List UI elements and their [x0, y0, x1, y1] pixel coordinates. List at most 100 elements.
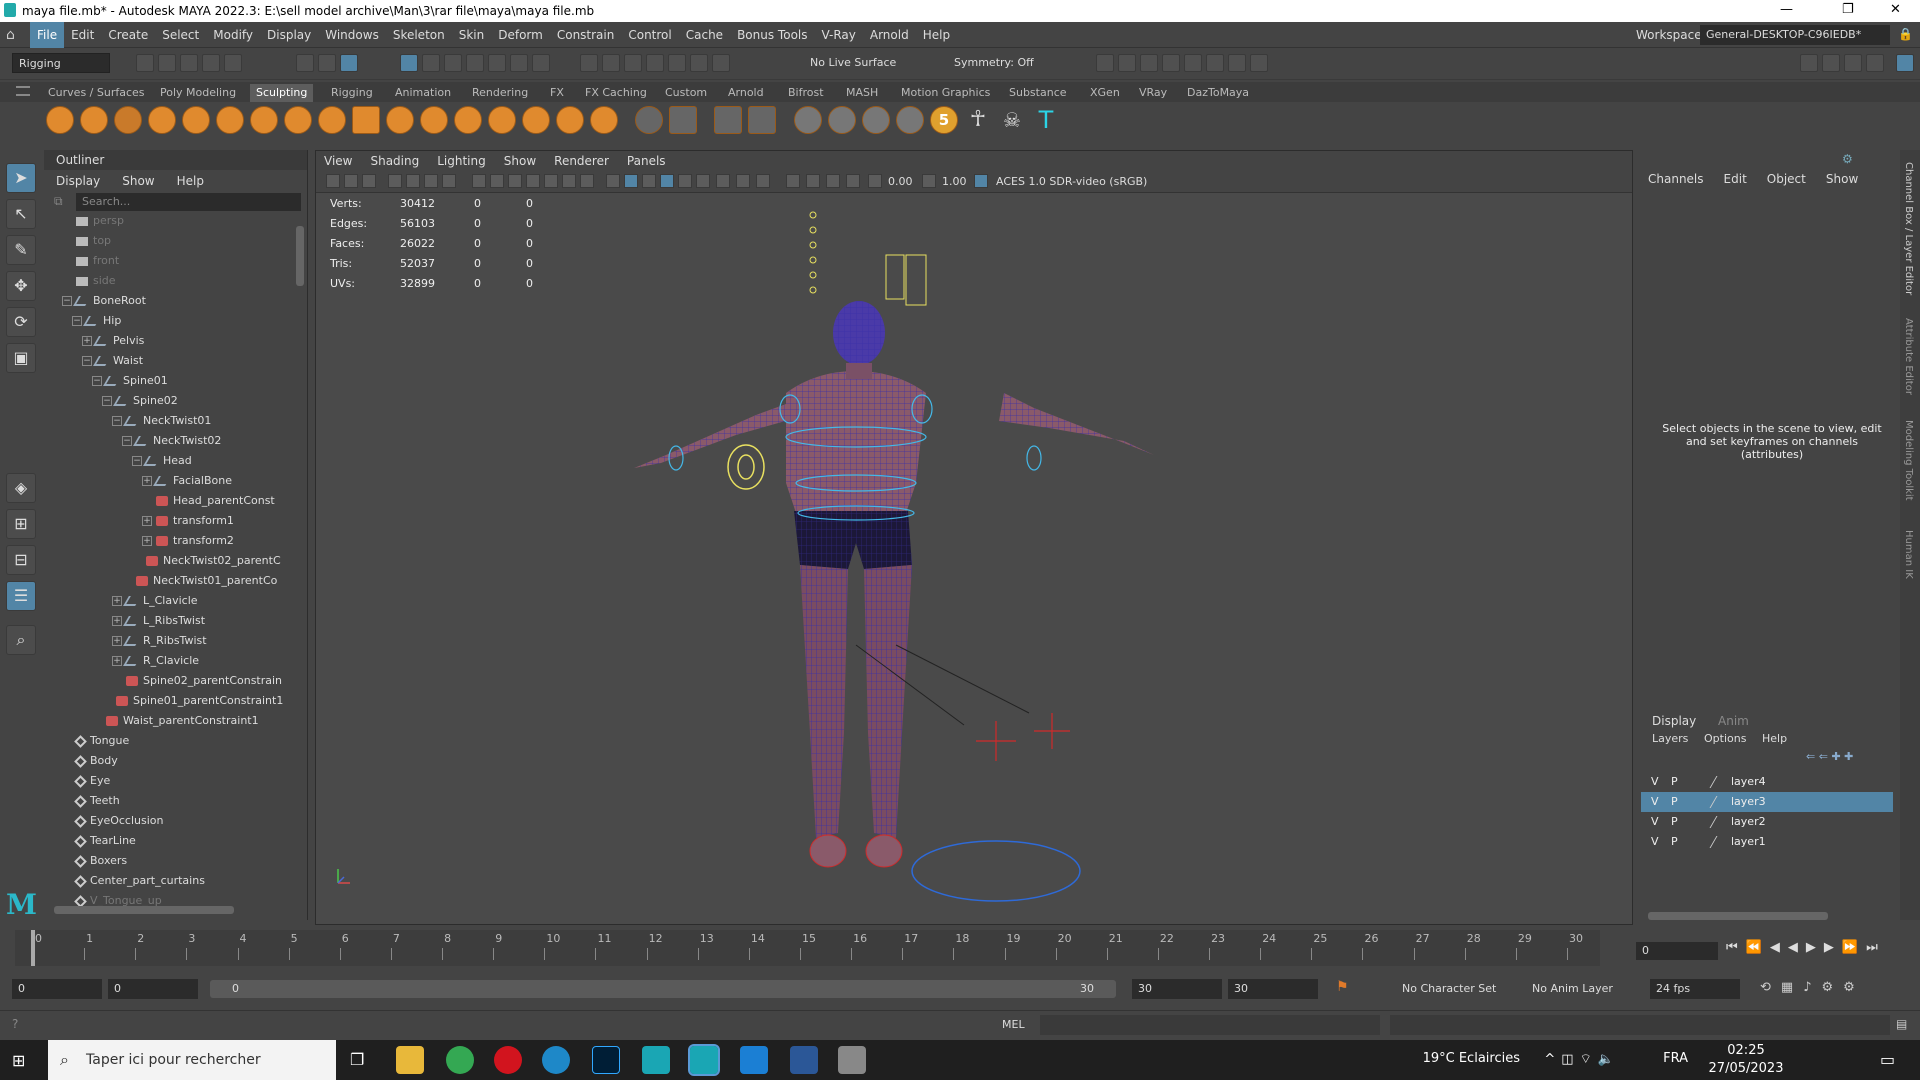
- symmetry-field[interactable]: Symmetry: Off: [948, 53, 1048, 73]
- outliner-item[interactable]: Body: [62, 754, 118, 774]
- playback-start-field[interactable]: 0: [108, 979, 198, 999]
- outliner-item[interactable]: Center_part_curtains: [62, 874, 205, 894]
- safe-title-icon[interactable]: [580, 174, 594, 188]
- tab-bifrost[interactable]: Bifrost: [782, 84, 830, 102]
- outliner-item[interactable]: Spine01_parentConstraint1: [102, 694, 283, 714]
- layer-color-swatch[interactable]: [1709, 796, 1727, 808]
- tab-xgen[interactable]: XGen: [1084, 84, 1126, 102]
- cb-menu-edit[interactable]: Edit: [1724, 172, 1747, 186]
- select-component-icon[interactable]: [340, 54, 358, 72]
- snap-curve-icon[interactable]: [422, 54, 440, 72]
- layer-tab-display[interactable]: Display: [1652, 714, 1696, 728]
- grease-pencil-icon[interactable]: [442, 174, 456, 188]
- vp-menu-show[interactable]: Show: [504, 154, 536, 168]
- outliner-item[interactable]: + transform1: [142, 514, 234, 534]
- loop-icon[interactable]: ⟲: [1760, 980, 1781, 995]
- cb-menu-channels[interactable]: Channels: [1648, 172, 1704, 186]
- tab-fx-caching[interactable]: FX Caching: [579, 84, 653, 102]
- figure-icon[interactable]: ☥: [964, 106, 992, 134]
- side-tab-channel-box[interactable]: Channel Box / Layer Editor: [1903, 162, 1914, 295]
- fps-select[interactable]: 24 fps: [1650, 979, 1740, 999]
- tool-settings-icon[interactable]: [1866, 54, 1884, 72]
- outliner-item[interactable]: − Hip: [72, 314, 121, 334]
- tab-custom[interactable]: Custom: [659, 84, 713, 102]
- layer-visibility-toggle[interactable]: V: [1651, 795, 1659, 808]
- sculpt-brush-icon[interactable]: [46, 106, 74, 134]
- xray-icon[interactable]: [806, 174, 820, 188]
- range-bar[interactable]: 0 30: [210, 980, 1116, 998]
- word-icon[interactable]: [790, 1046, 818, 1074]
- layer-tab-anim[interactable]: Anim: [1718, 714, 1749, 728]
- outliner-item[interactable]: Head_parentConst: [142, 494, 275, 514]
- taskbar-search[interactable]: ⌕ Taper ici pour rechercher: [48, 1040, 336, 1080]
- cb-menu-object[interactable]: Object: [1767, 172, 1806, 186]
- skull-icon[interactable]: ☠: [998, 106, 1026, 134]
- undo-icon[interactable]: [202, 54, 220, 72]
- layer-playback-toggle[interactable]: P: [1671, 835, 1678, 848]
- character-set-select[interactable]: No Character Set: [1402, 982, 1496, 995]
- bulge-brush-icon[interactable]: [556, 106, 584, 134]
- layer-menu-layers[interactable]: Layers: [1652, 732, 1688, 745]
- move-layer-up-icon[interactable]: ⇐: [1806, 750, 1815, 763]
- 2d-pan-icon[interactable]: [424, 174, 438, 188]
- attribute-editor-icon[interactable]: [1844, 54, 1862, 72]
- xray-components-icon[interactable]: [846, 174, 860, 188]
- history-icon[interactable]: [580, 54, 598, 72]
- batch-render-icon[interactable]: [1162, 54, 1180, 72]
- task-view-icon[interactable]: ❐: [350, 1050, 364, 1069]
- foamy-brush-icon[interactable]: [250, 106, 278, 134]
- select-hierarchy-icon[interactable]: [296, 54, 314, 72]
- wireframe-on-shaded-icon[interactable]: [660, 174, 674, 188]
- smear-brush-icon[interactable]: [522, 106, 550, 134]
- outliner-item[interactable]: − BoneRoot: [62, 294, 146, 314]
- collapse-icon[interactable]: −: [82, 356, 92, 366]
- live-surface-field[interactable]: No Live Surface: [804, 53, 922, 73]
- viewport-panel[interactable]: View Shading Lighting Show Renderer Panels 0.…: [315, 150, 1633, 925]
- smooth-shade-icon[interactable]: [624, 174, 638, 188]
- rotate-tool-icon[interactable]: ⟳: [6, 307, 36, 337]
- image-plane-icon[interactable]: [406, 174, 420, 188]
- prefs-icon[interactable]: ⚙: [1822, 980, 1844, 995]
- menu-arnold[interactable]: Arnold: [863, 22, 916, 48]
- gamma-field[interactable]: 1.00: [938, 173, 971, 191]
- cb-toggle-icon[interactable]: ⚙: [1842, 152, 1853, 166]
- outliner-menu-display[interactable]: Display: [56, 174, 100, 188]
- outliner-item[interactable]: − Waist: [82, 354, 143, 374]
- ipr-icon[interactable]: [624, 54, 642, 72]
- color-space-select[interactable]: ACES 1.0 SDR-video (sRGB): [992, 173, 1152, 191]
- cache-icon[interactable]: ▦: [1781, 980, 1803, 995]
- blur-mask-icon[interactable]: [896, 106, 924, 134]
- vp-menu-renderer[interactable]: Renderer: [554, 154, 609, 168]
- spray-brush-icon[interactable]: [284, 106, 312, 134]
- lasso-tool-icon[interactable]: ↖: [6, 199, 36, 229]
- vp-menu-view[interactable]: View: [324, 154, 352, 168]
- persp-outliner-icon[interactable]: ⊟: [6, 545, 36, 575]
- play-backward-icon[interactable]: ◀: [1788, 940, 1806, 955]
- freeze-brush-icon[interactable]: [635, 106, 663, 134]
- tab-curves-surfaces[interactable]: Curves / Surfaces: [42, 84, 151, 102]
- field-chart-icon[interactable]: [544, 174, 558, 188]
- layer-visibility-toggle[interactable]: V: [1651, 775, 1659, 788]
- isolate-select-icon[interactable]: [786, 174, 800, 188]
- tab-daztomaya[interactable]: DazToMaya: [1181, 84, 1255, 102]
- ipr-render-icon[interactable]: [1228, 54, 1246, 72]
- outliner-item[interactable]: + Pelvis: [82, 334, 144, 354]
- paint-select-icon[interactable]: ✎: [6, 235, 36, 265]
- maya-active-taskbar-icon[interactable]: [688, 1044, 720, 1076]
- unmask-icon[interactable]: [828, 106, 856, 134]
- collapse-icon[interactable]: −: [122, 436, 132, 446]
- expand-icon[interactable]: +: [112, 656, 122, 666]
- clock-time[interactable]: 02:25: [1706, 1043, 1786, 1058]
- tab-animation[interactable]: Animation: [389, 84, 457, 102]
- chevron-up-icon[interactable]: ^: [1544, 1052, 1561, 1067]
- network-icon[interactable]: ◫: [1561, 1052, 1579, 1067]
- outliner-item[interactable]: − Head: [132, 454, 192, 474]
- outliner-item[interactable]: + transform2: [142, 534, 234, 554]
- tab-rendering[interactable]: Rendering: [466, 84, 534, 102]
- menu-help[interactable]: Help: [916, 22, 957, 48]
- layer-row[interactable]: V Player3: [1641, 792, 1893, 812]
- tab-mash[interactable]: MASH: [840, 84, 884, 102]
- tab-arnold[interactable]: Arnold: [722, 84, 770, 102]
- outliner-item[interactable]: − NeckTwist01: [112, 414, 211, 434]
- restore-icon[interactable]: ❐: [1842, 2, 1854, 17]
